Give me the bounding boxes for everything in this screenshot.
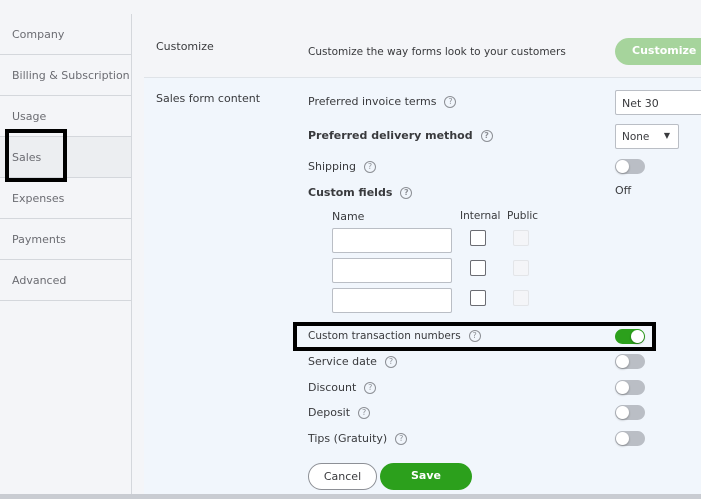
tips-text: Tips (Gratuity)	[308, 432, 388, 445]
delivery-method-value: None	[622, 131, 650, 143]
discount-label: Discount?	[308, 381, 377, 394]
custom-field-name-input-2[interactable]	[332, 258, 452, 283]
sidebar-item-expenses[interactable]: Expenses	[0, 178, 131, 219]
discount-toggle[interactable]	[615, 380, 645, 395]
internal-checkbox-3[interactable]	[470, 290, 486, 306]
settings-sidebar: Company Billing & Subscription Usage Sal…	[0, 14, 132, 494]
public-checkbox-1	[513, 230, 529, 246]
custom-txn-toggle[interactable]	[615, 329, 645, 344]
col-public-header: Public	[507, 210, 539, 222]
invoice-terms-select[interactable]: Net 30	[615, 90, 701, 115]
public-checkbox-3	[513, 290, 529, 306]
service-date-toggle[interactable]	[615, 354, 645, 369]
delivery-method-select[interactable]: None ▼	[615, 124, 679, 149]
help-icon[interactable]: ?	[480, 130, 493, 142]
shipping-label: Shipping?	[308, 160, 376, 173]
col-name-header: Name	[332, 210, 365, 223]
custom-fields-status: Off	[615, 184, 632, 197]
customize-description: Customize the way forms look to your cus…	[308, 46, 566, 58]
sales-highlight-box	[5, 129, 67, 182]
invoice-terms-label: Preferred invoice terms?	[308, 95, 457, 108]
public-checkbox-2	[513, 260, 529, 276]
deposit-label: Deposit?	[308, 406, 371, 419]
help-icon[interactable]: ?	[358, 407, 371, 419]
service-date-text: Service date	[308, 355, 377, 368]
shipping-toggle[interactable]	[615, 159, 645, 174]
custom-txn-label: Custom transaction numbers?	[308, 330, 481, 342]
custom-field-name-input-1[interactable]	[332, 228, 452, 253]
tips-label: Tips (Gratuity)?	[308, 432, 408, 445]
bottom-scrollbar[interactable]	[0, 494, 701, 499]
custom-field-name-input-3[interactable]	[332, 288, 452, 313]
custom-fields-label: Custom fields?	[308, 186, 413, 199]
help-icon[interactable]: ?	[444, 96, 457, 108]
help-icon[interactable]: ?	[468, 330, 481, 342]
sidebar-item-billing[interactable]: Billing & Subscription	[0, 55, 131, 96]
custom-fields-text: Custom fields	[308, 186, 393, 199]
tips-toggle[interactable]	[615, 431, 645, 446]
custom-txn-text: Custom transaction numbers	[308, 330, 461, 342]
sidebar-item-company[interactable]: Company	[0, 14, 131, 55]
sidebar-item-advanced[interactable]: Advanced	[0, 260, 131, 301]
customize-look-button[interactable]: Customize lo	[615, 38, 701, 65]
help-icon[interactable]: ?	[400, 187, 413, 199]
help-icon[interactable]: ?	[395, 433, 408, 445]
deposit-toggle[interactable]	[615, 405, 645, 420]
discount-text: Discount	[308, 381, 357, 394]
internal-checkbox-1[interactable]	[470, 230, 486, 246]
dropdown-arrow-icon: ▼	[663, 131, 670, 140]
save-button[interactable]: Save	[380, 463, 472, 490]
deposit-text: Deposit	[308, 406, 351, 419]
col-internal-header: Internal	[460, 210, 501, 222]
internal-checkbox-2[interactable]	[470, 260, 486, 276]
help-icon[interactable]: ?	[364, 161, 376, 173]
delivery-method-label: Preferred delivery method?	[308, 129, 493, 142]
sidebar-item-payments[interactable]: Payments	[0, 219, 131, 260]
invoice-terms-text: Preferred invoice terms	[308, 95, 437, 108]
sales-form-content-title: Sales form content	[156, 92, 261, 105]
customize-section-title: Customize	[156, 40, 214, 53]
help-icon[interactable]: ?	[384, 356, 397, 368]
help-icon[interactable]: ?	[364, 382, 377, 394]
shipping-text: Shipping	[308, 160, 356, 173]
service-date-label: Service date?	[308, 355, 397, 368]
cancel-button[interactable]: Cancel	[308, 463, 377, 490]
delivery-method-text: Preferred delivery method	[308, 129, 473, 142]
